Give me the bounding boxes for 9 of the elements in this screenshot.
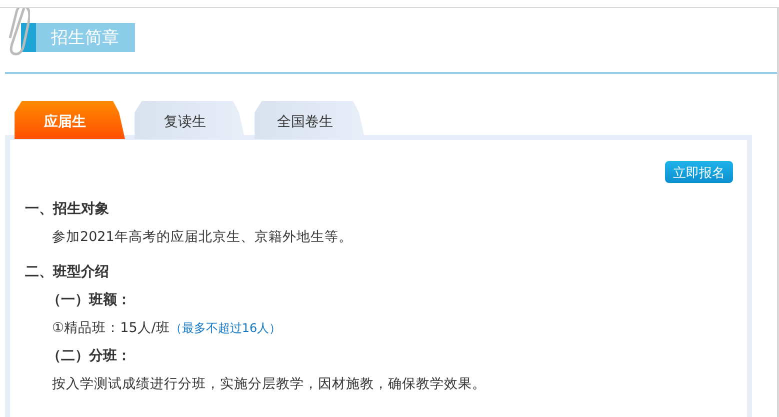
class-size-note: （最多不超过16人） <box>170 320 282 337</box>
paragraph: 参加2021年高考的应届北京生、京籍外地生等。 <box>52 228 354 246</box>
page-title: 招生简章 <box>21 23 135 52</box>
subheading: （一）班额： <box>47 291 132 309</box>
section-heading: 一、招生对象 <box>25 200 110 218</box>
subheading: （二）分班： <box>47 347 132 365</box>
class-size-text: ①精品班：15人/班 <box>52 319 170 337</box>
paragraph: 按入学测试成绩进行分班，实施分层教学，因材施教，确保教学效果。 <box>52 375 487 393</box>
section-heading: 二、班型介绍 <box>25 263 110 281</box>
